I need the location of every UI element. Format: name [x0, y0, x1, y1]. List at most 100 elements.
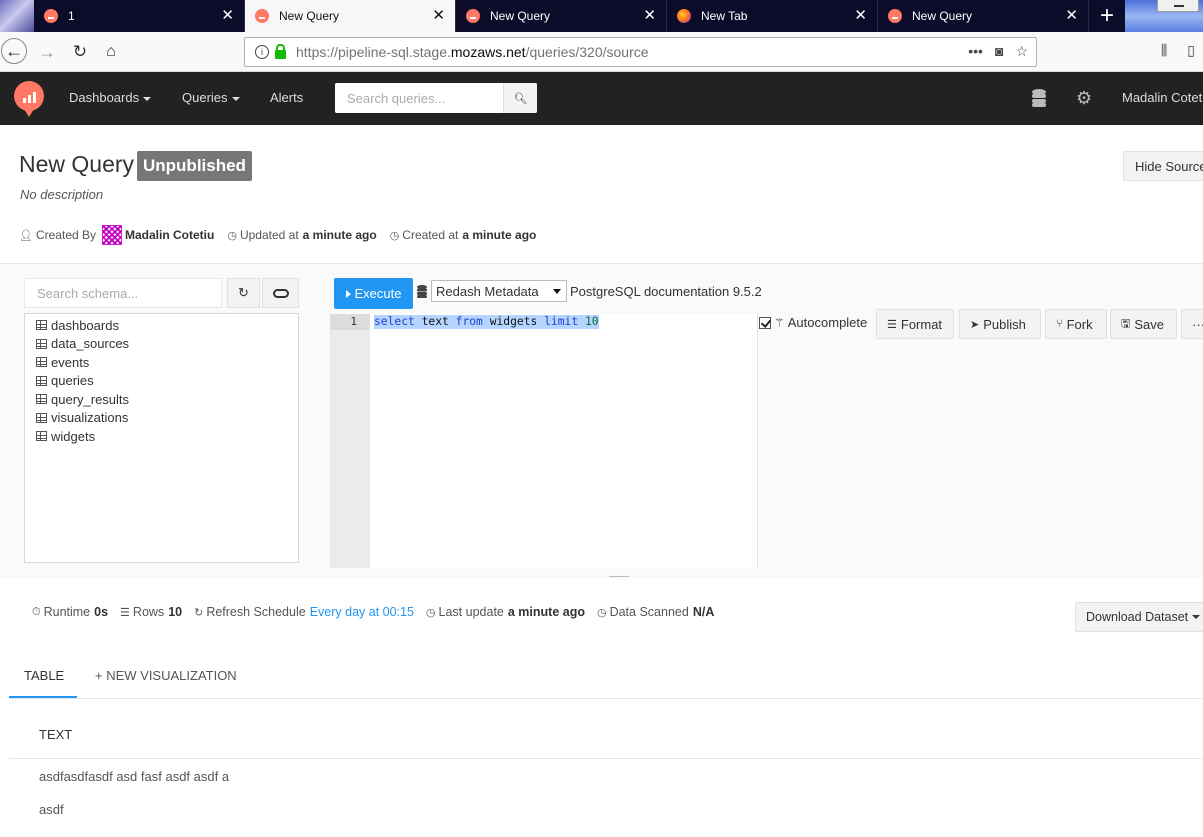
- forward-button[interactable]: →: [33, 38, 61, 66]
- url-text[interactable]: https://pipeline-sql.stage.mozaws.net/qu…: [296, 44, 649, 60]
- menu-dashboards[interactable]: Dashboards: [69, 90, 152, 105]
- documentation-link[interactable]: PostgreSQL documentation 9.5.2: [570, 284, 762, 299]
- minimize-window-button[interactable]: [1157, 0, 1199, 12]
- data-sources-icon[interactable]: [1032, 89, 1046, 107]
- table-icon: [36, 357, 47, 368]
- table-icon: [36, 394, 47, 405]
- save-label: Save: [1134, 316, 1165, 332]
- redash-favicon-icon: [466, 9, 480, 23]
- autocomplete-toggle[interactable]: ⚚ Autocomplete: [759, 315, 867, 330]
- schema-search-input[interactable]: Search schema...: [24, 278, 222, 308]
- close-tab-icon[interactable]: ✕: [432, 8, 445, 23]
- reload-button[interactable]: ↻: [66, 38, 94, 66]
- query-results: ⏱ Runtime 0s ☰ Rows 10 ↻ Refresh Schedul…: [0, 580, 1203, 837]
- toggle-schema-button[interactable]: [262, 278, 299, 308]
- table-row: asdf: [39, 802, 64, 817]
- close-tab-icon[interactable]: ✕: [854, 8, 867, 23]
- schema-table-visualizations[interactable]: visualizations: [25, 409, 298, 428]
- tab-table[interactable]: TABLE: [24, 668, 64, 683]
- close-tab-icon[interactable]: ✕: [643, 8, 656, 23]
- table-icon: [36, 375, 47, 386]
- fork-label: Fork: [1066, 316, 1093, 332]
- table-icon: [36, 431, 47, 442]
- query-title[interactable]: New Query: [19, 151, 134, 178]
- browser-tab-3[interactable]: New Query ✕: [456, 0, 667, 32]
- schema-table-label: queries: [51, 373, 94, 389]
- schema-table-data-sources[interactable]: data_sources: [25, 335, 298, 354]
- user-menu[interactable]: Madalin Cotetiu: [1122, 90, 1203, 105]
- unpublished-badge: Unpublished: [137, 151, 252, 181]
- redash-logo-icon[interactable]: [14, 81, 44, 117]
- close-tab-icon[interactable]: ✕: [1065, 8, 1078, 23]
- fork-button[interactable]: ⑂ Fork: [1045, 309, 1107, 339]
- tab-new-visualization[interactable]: + NEW VISUALIZATION: [95, 668, 237, 683]
- hide-source-button[interactable]: Hide Source: [1123, 151, 1203, 181]
- active-tab-indicator: [9, 696, 77, 698]
- schema-table-label: data_sources: [51, 336, 130, 352]
- execute-button[interactable]: Execute: [334, 278, 413, 309]
- data-scanned-value: N/A: [692, 605, 715, 619]
- table-icon: [36, 412, 47, 423]
- execute-label: Execute: [354, 286, 402, 301]
- download-dataset-button[interactable]: Download Dataset: [1075, 602, 1203, 632]
- table-row: asdfasdfasdf asd fasf asdf asdf a: [39, 769, 230, 784]
- close-tab-icon[interactable]: ✕: [221, 8, 234, 23]
- author-name: Madalin Cotetiu: [125, 228, 215, 242]
- schema-table-events[interactable]: events: [25, 353, 298, 372]
- schema-table-widgets[interactable]: widgets: [25, 427, 298, 446]
- back-button[interactable]: ←: [1, 38, 27, 64]
- code-line[interactable]: select text from widgets limit 10: [374, 315, 599, 329]
- browser-tab-2[interactable]: New Query ✕: [245, 0, 456, 32]
- query-meta: 👤︎ Created By Madalin Cotetiu ◷ Updated …: [19, 225, 536, 245]
- sidebar-icon[interactable]: ▯: [1187, 42, 1195, 59]
- schema-table-dashboards[interactable]: dashboards: [25, 316, 298, 335]
- search-queries-input[interactable]: [335, 83, 503, 113]
- bookmark-star-icon[interactable]: ☆: [1015, 43, 1028, 60]
- redash-favicon-icon: [255, 9, 269, 23]
- save-button[interactable]: 🖫︎ Save: [1110, 309, 1177, 339]
- more-actions-button[interactable]: ···: [1181, 309, 1203, 339]
- firefox-icon: [677, 9, 691, 23]
- search-button[interactable]: 🔍︎: [503, 83, 537, 113]
- schema-table-query-results[interactable]: query_results: [25, 390, 298, 409]
- browser-tab-4[interactable]: New Tab ✕: [667, 0, 878, 32]
- paper-plane-icon: ➤: [970, 318, 980, 331]
- url-bar[interactable]: i https://pipeline-sql.stage.mozaws.net/…: [244, 37, 1037, 67]
- updated-label: Updated at: [239, 228, 299, 242]
- publish-button[interactable]: ➤ Publish: [959, 309, 1041, 339]
- query-description[interactable]: No description: [20, 187, 103, 202]
- publish-label: Publish: [983, 316, 1026, 332]
- autocomplete-label: Autocomplete: [787, 315, 868, 330]
- browser-toolbar: ← → ↻ ⌂ i https://pipeline-sql.stage.moz…: [0, 32, 1203, 72]
- pocket-icon[interactable]: ◙: [995, 43, 1003, 60]
- sql-code-editor[interactable]: 1 select text from widgets limit 10: [330, 314, 757, 568]
- home-button[interactable]: ⌂: [97, 38, 125, 66]
- query-page-header: New Query Unpublished No description Hid…: [0, 125, 1203, 264]
- data-source-value: Redash Metadata: [436, 283, 539, 299]
- search-icon: 🔍︎: [513, 92, 528, 105]
- menu-alerts[interactable]: Alerts: [270, 90, 303, 105]
- chevron-down-icon: [143, 96, 152, 101]
- browser-tab-strip: 1 ✕ New Query ✕ New Query ✕ New Tab ✕ Ne…: [0, 0, 1203, 32]
- gear-icon[interactable]: ⚙: [1076, 88, 1092, 109]
- column-header-text[interactable]: TEXT: [9, 720, 1203, 759]
- menu-queries[interactable]: Queries: [182, 90, 240, 105]
- refresh-schema-button[interactable]: ↻: [227, 278, 260, 308]
- autocomplete-checkbox[interactable]: [759, 316, 771, 329]
- page-actions-icon[interactable]: •••: [968, 43, 983, 60]
- info-icon[interactable]: i: [255, 45, 269, 59]
- refresh-schedule-link[interactable]: Every day at 00:15: [310, 605, 414, 619]
- library-icon[interactable]: ⫼: [1161, 42, 1167, 59]
- format-button[interactable]: ☰ Format: [876, 309, 954, 339]
- browser-tab-5[interactable]: New Query ✕: [878, 0, 1089, 32]
- clock-icon: ◷: [227, 229, 237, 242]
- updated-value: a minute ago: [302, 228, 377, 242]
- database-icon: [417, 285, 427, 298]
- data-source-select[interactable]: Redash Metadata: [431, 280, 567, 302]
- schema-table-queries[interactable]: queries: [25, 372, 298, 391]
- new-tab-button[interactable]: +: [1089, 0, 1125, 32]
- app-navbar: Dashboards Queries Alerts 🔍︎ ⚙ Madalin C…: [0, 72, 1203, 125]
- browser-tab-1[interactable]: 1 ✕: [34, 0, 245, 32]
- result-stats: ⏱ Runtime 0s ☰ Rows 10 ↻ Refresh Schedul…: [32, 605, 714, 619]
- last-update-value: a minute ago: [507, 605, 585, 619]
